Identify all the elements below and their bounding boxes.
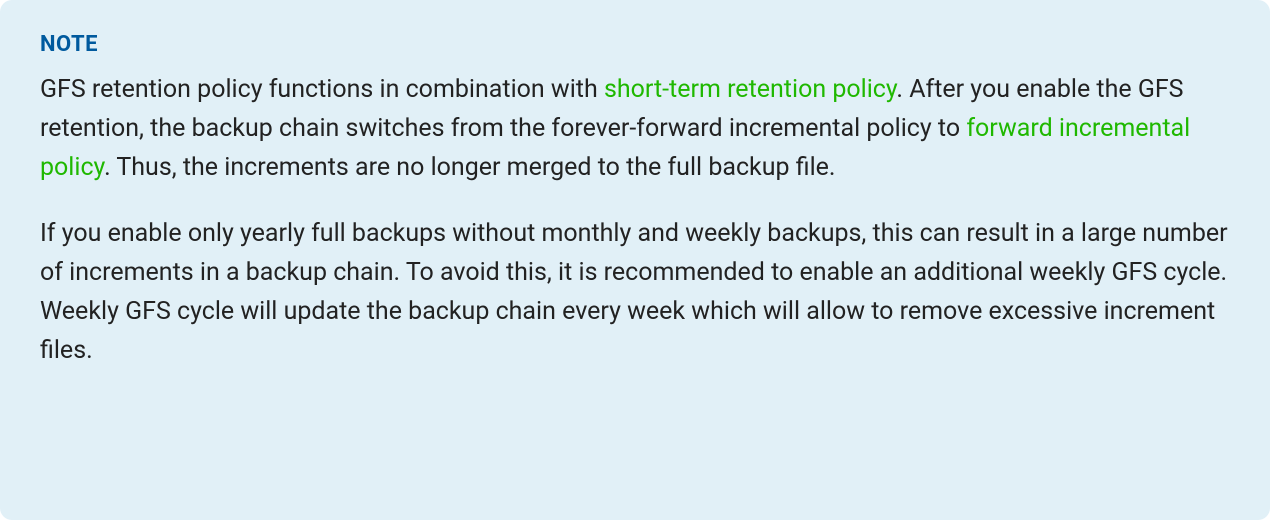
note-heading: NOTE — [40, 32, 1230, 57]
note-paragraph-1: GFS retention policy functions in combin… — [40, 71, 1230, 187]
link-short-term-retention-policy[interactable]: short-term retention policy — [604, 75, 896, 104]
note-callout: NOTE GFS retention policy functions in c… — [0, 0, 1270, 520]
note-paragraph-2: If you enable only yearly full backups w… — [40, 215, 1230, 370]
note-text-segment: GFS retention policy functions in combin… — [40, 75, 604, 104]
note-text-segment: . Thus, the increments are no longer mer… — [104, 153, 835, 182]
